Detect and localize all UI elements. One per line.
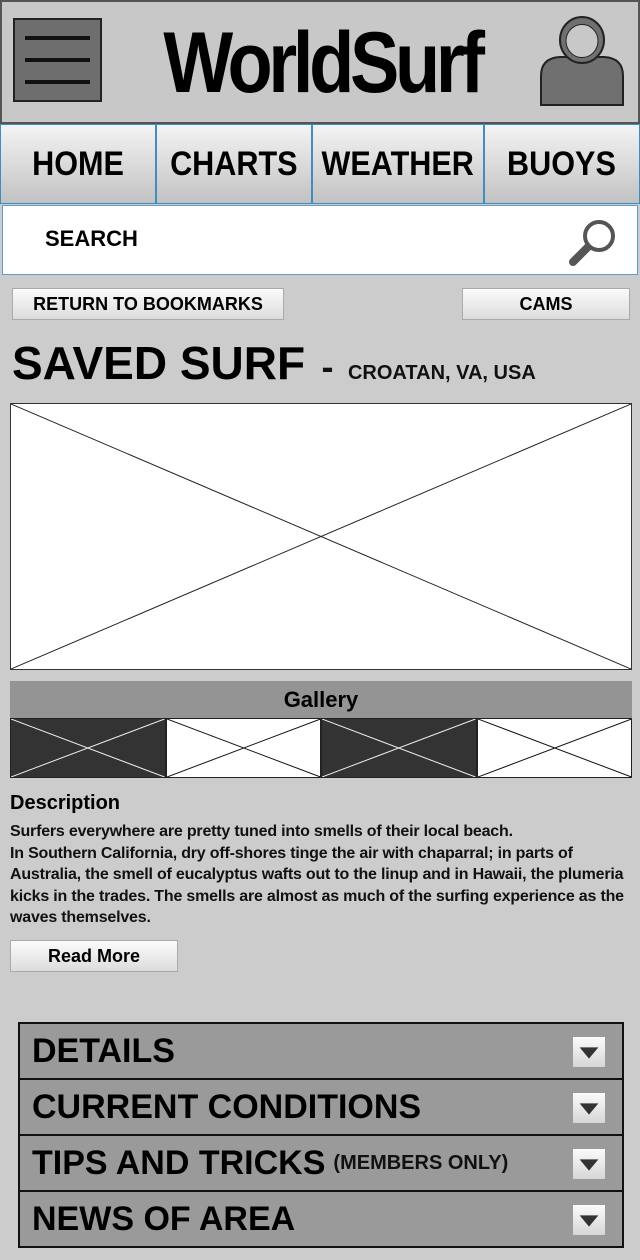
read-more-button[interactable]: Read More [10, 940, 178, 972]
gallery-thumbnail[interactable] [476, 718, 633, 778]
chevron-down-icon[interactable] [572, 1148, 606, 1180]
tab-label: HOME [32, 144, 125, 183]
cams-button[interactable]: CAMS [462, 288, 630, 320]
tab-weather[interactable]: WEATHER [312, 124, 484, 204]
accordion-current-conditions[interactable]: CURRENT CONDITIONS [18, 1078, 624, 1136]
tab-charts[interactable]: CHARTS [156, 124, 313, 204]
search-input[interactable]: SEARCH [45, 226, 138, 252]
description-title: Description [10, 792, 121, 814]
page-title: SAVED SURF - CROATAN, VA, USA [12, 336, 536, 390]
accordion-label: TIPS AND TRICKS [32, 1143, 326, 1182]
user-profile-icon[interactable] [538, 14, 626, 106]
main-nav: HOME CHARTS WEATHER BUOYS [0, 124, 640, 204]
info-accordion: DETAILS CURRENT CONDITIONS TIPS AND TRIC… [18, 1022, 624, 1248]
gallery-thumbnail[interactable] [10, 718, 166, 778]
accordion-label: NEWS OF AREA [32, 1199, 296, 1238]
tab-label: WEATHER [321, 144, 475, 183]
gallery-title: Gallery [283, 687, 359, 712]
gallery-thumbnail[interactable] [321, 718, 477, 778]
main-image-placeholder[interactable] [10, 403, 632, 670]
magnifier-icon[interactable] [569, 218, 617, 266]
tab-buoys[interactable]: BUOYS [483, 124, 640, 204]
accordion-news-of-area[interactable]: NEWS OF AREA [18, 1190, 624, 1248]
members-only-note: (MEMBERS ONLY) [333, 1151, 509, 1174]
gallery-thumbnail[interactable] [165, 718, 322, 778]
menu-line [25, 36, 90, 40]
location-label: CROATAN, VA, USA [347, 362, 536, 384]
tab-label: BUOYS [507, 144, 617, 183]
accordion-label: DETAILS [32, 1031, 175, 1070]
tab-home[interactable]: HOME [0, 124, 157, 204]
gallery-thumbnails [10, 718, 632, 778]
accordion-details[interactable]: DETAILS [18, 1022, 624, 1080]
accordion-tips-and-tricks[interactable]: TIPS AND TRICKS (MEMBERS ONLY) [18, 1134, 624, 1192]
app-header: WorldSurf [0, 0, 640, 124]
search-bar[interactable]: SEARCH [2, 205, 638, 275]
chevron-down-icon[interactable] [572, 1204, 606, 1236]
page-title-text: SAVED SURF [12, 337, 306, 389]
title-separator: - [321, 346, 334, 387]
description-text: Surfers everywhere are pretty tuned into… [10, 823, 624, 927]
chevron-down-icon[interactable] [572, 1036, 606, 1068]
gallery-header: Gallery [10, 681, 632, 719]
app-logo[interactable]: WorldSurf [163, 8, 485, 118]
menu-line [25, 80, 90, 84]
chevron-down-icon[interactable] [572, 1092, 606, 1124]
tab-label: CHARTS [170, 144, 299, 183]
accordion-label: CURRENT CONDITIONS [32, 1087, 422, 1126]
menu-line [25, 58, 90, 62]
return-to-bookmarks-button[interactable]: RETURN TO BOOKMARKS [12, 288, 284, 320]
hamburger-menu-icon[interactable] [13, 18, 102, 102]
